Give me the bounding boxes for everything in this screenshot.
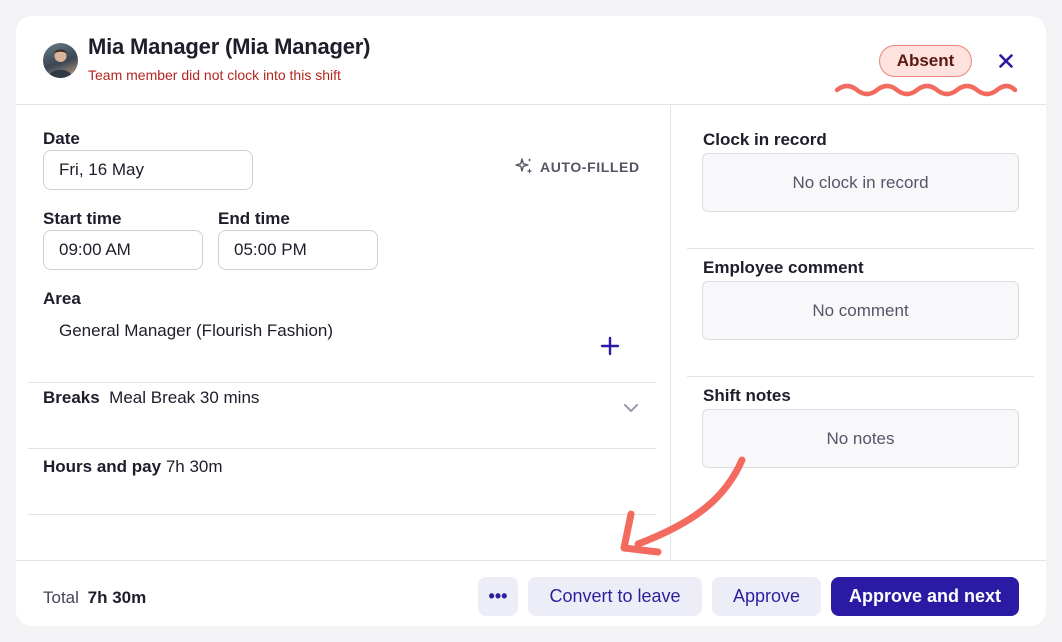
- date-label: Date: [43, 129, 80, 148]
- employee-comment-label: Employee comment: [703, 258, 864, 277]
- approve-button[interactable]: Approve: [712, 577, 821, 616]
- employee-comment: No comment: [702, 281, 1019, 340]
- auto-filled-label: AUTO-FILLED: [540, 158, 640, 175]
- end-time-label: End time: [218, 209, 290, 228]
- breaks-expand-button[interactable]: [623, 400, 639, 418]
- total-value: 7h 30m: [87, 588, 147, 607]
- employee-name: Mia Manager (Mia Manager): [88, 34, 371, 59]
- add-area-button[interactable]: [599, 335, 621, 357]
- divider: [28, 382, 656, 383]
- hours-row: Hours and pay 7h 30m: [43, 457, 223, 477]
- close-button[interactable]: [991, 46, 1021, 76]
- total-hours: Total 7h 30m: [43, 588, 146, 608]
- breaks-row[interactable]: Breaks Meal Break 30 mins: [43, 388, 259, 408]
- shift-details: Date Fri, 16 May AUTO-FILLED Start time …: [16, 105, 671, 560]
- shift-notes-label: Shift notes: [703, 386, 791, 405]
- modal-header: Mia Manager (Mia Manager) Team member di…: [16, 16, 1046, 105]
- divider: [687, 248, 1034, 249]
- hours-value: 7h 30m: [165, 457, 223, 476]
- hours-label: Hours and pay: [43, 457, 162, 476]
- area-value[interactable]: General Manager (Flourish Fashion): [59, 321, 333, 341]
- avatar: [43, 43, 78, 78]
- auto-filled-indicator: AUTO-FILLED: [515, 157, 640, 176]
- convert-to-leave-button[interactable]: Convert to leave: [528, 577, 702, 616]
- breaks-label: Breaks: [43, 388, 100, 407]
- start-time-field[interactable]: 09:00 AM: [43, 230, 203, 270]
- shift-notes: No notes: [702, 409, 1019, 468]
- divider: [687, 376, 1034, 377]
- clock-in-record: No clock in record: [702, 153, 1019, 212]
- breaks-value: Meal Break 30 mins: [109, 388, 260, 407]
- timesheet-modal: Mia Manager (Mia Manager) Team member di…: [16, 16, 1046, 626]
- squiggle-annotation: [834, 83, 1018, 97]
- close-icon: [999, 54, 1013, 68]
- divider: [28, 514, 656, 515]
- clock-in-label: Clock in record: [703, 130, 827, 149]
- modal-footer: Total 7h 30m ••• Convert to leave Approv…: [16, 560, 1046, 626]
- end-time-field[interactable]: 05:00 PM: [218, 230, 378, 270]
- approve-and-next-button[interactable]: Approve and next: [831, 577, 1019, 616]
- total-label: Total: [43, 588, 79, 607]
- area-label: Area: [43, 289, 81, 308]
- chevron-down-icon: [624, 404, 638, 412]
- arrow-annotation: [620, 456, 746, 556]
- absence-message: Team member did not clock into this shif…: [88, 67, 341, 83]
- date-field[interactable]: Fri, 16 May: [43, 150, 253, 190]
- status-badge: Absent: [879, 45, 972, 77]
- start-time-label: Start time: [43, 209, 122, 228]
- more-options-button[interactable]: •••: [478, 577, 518, 616]
- sparkle-icon: [515, 158, 533, 174]
- divider: [28, 448, 656, 449]
- plus-icon: [600, 336, 620, 356]
